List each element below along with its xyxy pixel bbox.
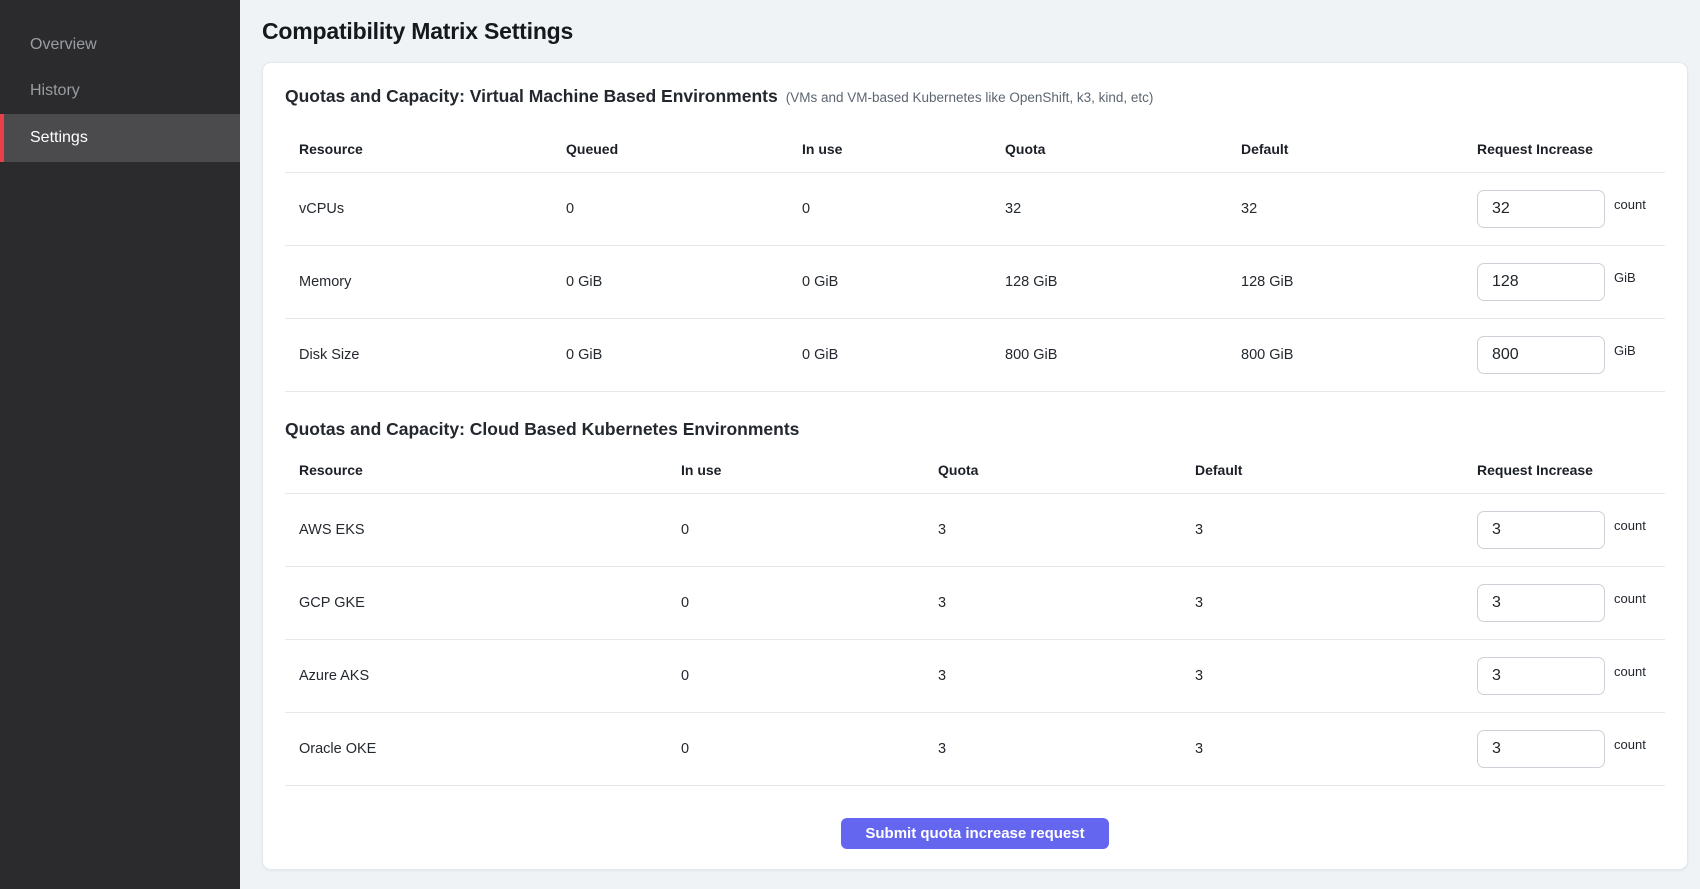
cell-default: 3 [1195, 741, 1477, 757]
cell-request-increase: count [1477, 190, 1665, 228]
cell-quota: 32 [1005, 201, 1241, 217]
column-header-resource: Resource [285, 462, 681, 478]
cell-resource: Azure AKS [285, 668, 681, 684]
cell-default: 3 [1195, 522, 1477, 538]
sidebar-item-history[interactable]: History [0, 68, 240, 114]
unit-label: GiB [1614, 270, 1636, 285]
unit-label: GiB [1614, 343, 1636, 358]
unit-label: count [1614, 591, 1646, 606]
cell-quota: 128 GiB [1005, 274, 1241, 290]
cell-request-increase: count [1477, 657, 1665, 695]
table-row-vcpus: vCPUs 0 0 32 32 count [285, 173, 1665, 246]
sidebar-item-overview[interactable]: Overview [0, 22, 240, 68]
column-header-default: Default [1195, 462, 1477, 478]
column-header-queued: Queued [566, 141, 802, 157]
column-header-request-increase: Request Increase [1477, 141, 1665, 157]
cell-resource: GCP GKE [285, 595, 681, 611]
table-row-oracle-oke: Oracle OKE 0 3 3 count [285, 713, 1665, 786]
cell-resource: vCPUs [285, 201, 566, 217]
table-row-disk-size: Disk Size 0 GiB 0 GiB 800 GiB 800 GiB Gi… [285, 319, 1665, 392]
unit-label: count [1614, 197, 1646, 212]
unit-label: count [1614, 518, 1646, 533]
column-header-in-use: In use [681, 462, 938, 478]
oracle-oke-request-input[interactable] [1477, 730, 1605, 768]
section-cloud-kubernetes: Quotas and Capacity: Cloud Based Kuberne… [285, 418, 1665, 786]
cell-request-increase: count [1477, 730, 1665, 768]
section-vm-title: Quotas and Capacity: Virtual Machine Bas… [285, 85, 778, 107]
cell-request-increase: GiB [1477, 263, 1665, 301]
submit-quota-increase-button[interactable]: Submit quota increase request [841, 818, 1108, 849]
cell-request-increase: GiB [1477, 336, 1665, 374]
unit-label: count [1614, 737, 1646, 752]
table-row-gcp-gke: GCP GKE 0 3 3 count [285, 567, 1665, 640]
section-cloud-title: Quotas and Capacity: Cloud Based Kuberne… [285, 418, 799, 440]
cell-request-increase: count [1477, 511, 1665, 549]
page-title: Compatibility Matrix Settings [262, 18, 1688, 45]
cell-resource: Disk Size [285, 347, 566, 363]
cell-quota: 800 GiB [1005, 347, 1241, 363]
cell-resource: AWS EKS [285, 522, 681, 538]
cell-resource: Memory [285, 274, 566, 290]
section-vm-environments: Quotas and Capacity: Virtual Machine Bas… [285, 85, 1665, 392]
vm-table-header-row: Resource Queued In use Quota Default Req… [285, 125, 1665, 173]
cell-resource: Oracle OKE [285, 741, 681, 757]
cell-quota: 3 [938, 741, 1195, 757]
cell-quota: 3 [938, 595, 1195, 611]
sidebar-item-label: History [30, 82, 80, 100]
main-content: Compatibility Matrix Settings Quotas and… [240, 0, 1700, 889]
cell-default: 800 GiB [1241, 347, 1477, 363]
table-row-aws-eks: AWS EKS 0 3 3 count [285, 494, 1665, 567]
table-row-memory: Memory 0 GiB 0 GiB 128 GiB 128 GiB GiB [285, 246, 1665, 319]
azure-aks-request-input[interactable] [1477, 657, 1605, 695]
cell-queued: 0 [566, 201, 802, 217]
aws-eks-request-input[interactable] [1477, 511, 1605, 549]
cell-quota: 3 [938, 668, 1195, 684]
cell-quota: 3 [938, 522, 1195, 538]
cell-default: 3 [1195, 595, 1477, 611]
cell-queued: 0 GiB [566, 274, 802, 290]
cell-in-use: 0 GiB [802, 347, 1005, 363]
cell-in-use: 0 [681, 668, 938, 684]
cell-queued: 0 GiB [566, 347, 802, 363]
disk-size-request-input[interactable] [1477, 336, 1605, 374]
column-header-default: Default [1241, 141, 1477, 157]
column-header-in-use: In use [802, 141, 1005, 157]
sidebar: Overview History Settings [0, 0, 240, 889]
column-header-request-increase: Request Increase [1477, 462, 1665, 478]
cell-default: 3 [1195, 668, 1477, 684]
cell-in-use: 0 [681, 595, 938, 611]
cloud-quotas-table: Resource In use Quota Default Request In… [285, 446, 1665, 786]
cloud-table-header-row: Resource In use Quota Default Request In… [285, 446, 1665, 494]
unit-label: count [1614, 664, 1646, 679]
memory-request-input[interactable] [1477, 263, 1605, 301]
cell-default: 32 [1241, 201, 1477, 217]
table-row-azure-aks: Azure AKS 0 3 3 count [285, 640, 1665, 713]
cell-in-use: 0 [681, 522, 938, 538]
sidebar-item-settings[interactable]: Settings [0, 114, 240, 162]
cell-in-use: 0 GiB [802, 274, 1005, 290]
section-vm-subtitle: (VMs and VM-based Kubernetes like OpenSh… [786, 90, 1154, 105]
cell-in-use: 0 [802, 201, 1005, 217]
section-cloud-header: Quotas and Capacity: Cloud Based Kuberne… [285, 418, 1665, 440]
section-vm-header: Quotas and Capacity: Virtual Machine Bas… [285, 85, 1665, 107]
gcp-gke-request-input[interactable] [1477, 584, 1605, 622]
submit-button-row: Submit quota increase request [285, 818, 1665, 849]
sidebar-item-label: Settings [30, 129, 88, 147]
column-header-quota: Quota [1005, 141, 1241, 157]
quotas-card: Quotas and Capacity: Virtual Machine Bas… [262, 62, 1688, 870]
cell-default: 128 GiB [1241, 274, 1477, 290]
column-header-resource: Resource [285, 141, 566, 157]
cell-request-increase: count [1477, 584, 1665, 622]
vm-quotas-table: Resource Queued In use Quota Default Req… [285, 125, 1665, 392]
cell-in-use: 0 [681, 741, 938, 757]
vcpus-request-input[interactable] [1477, 190, 1605, 228]
sidebar-item-label: Overview [30, 36, 97, 54]
column-header-quota: Quota [938, 462, 1195, 478]
